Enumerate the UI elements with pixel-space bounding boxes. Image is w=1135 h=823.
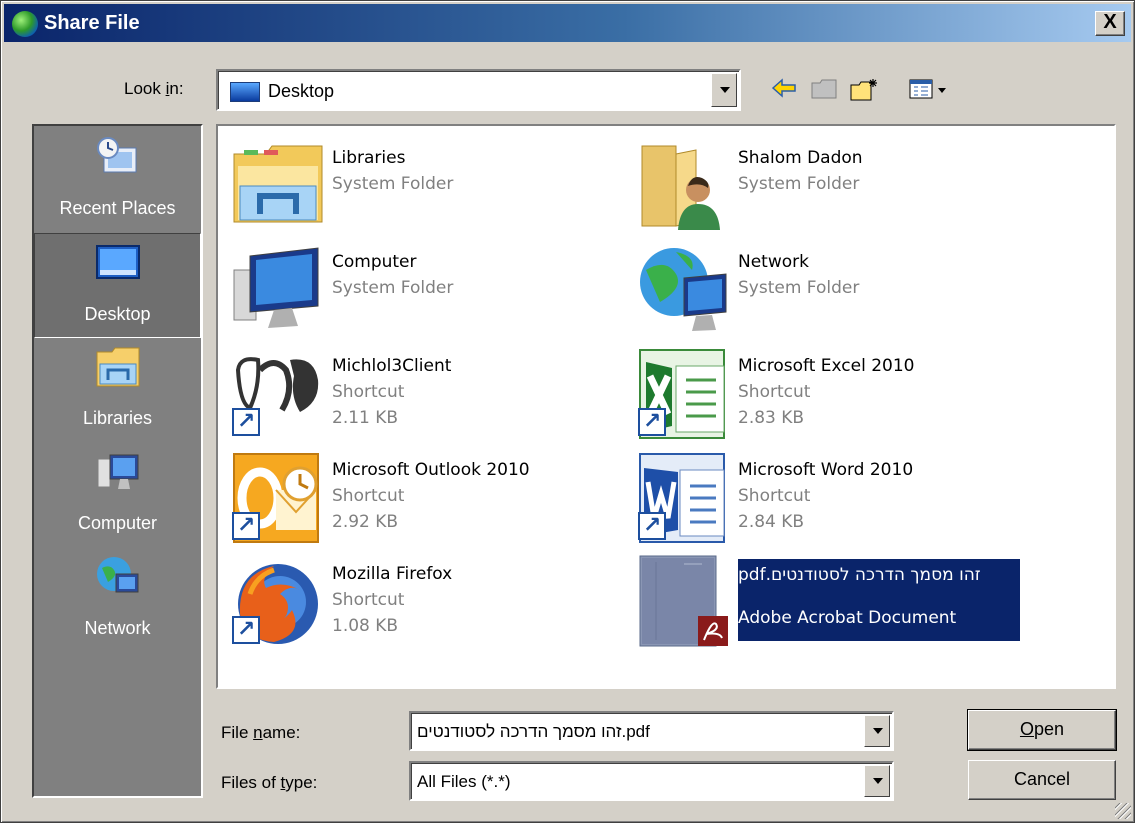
file-name: Microsoft Word 2010 bbox=[738, 460, 914, 480]
network-icon bbox=[94, 554, 142, 602]
file-type: System Folder bbox=[332, 278, 454, 298]
file-size: 2.92 KB bbox=[332, 512, 399, 532]
word-icon bbox=[636, 450, 732, 546]
file-size: 1.08 KB bbox=[332, 616, 399, 636]
file-name: Microsoft Outlook 2010 bbox=[332, 460, 530, 480]
dropdown-arrow-icon[interactable] bbox=[864, 765, 890, 797]
libraries-icon bbox=[94, 344, 142, 392]
desktop-icon bbox=[230, 82, 260, 102]
excel-icon bbox=[636, 346, 732, 442]
open-button[interactable]: Open bbox=[967, 709, 1117, 751]
list-item-outlook[interactable]: Microsoft Outlook 2010 Shortcut 2.92 KB bbox=[230, 450, 620, 550]
place-computer[interactable]: Computer bbox=[34, 443, 201, 548]
firefox-icon bbox=[230, 554, 326, 650]
resize-grip-icon[interactable] bbox=[1115, 803, 1131, 819]
list-item-network[interactable]: Network System Folder bbox=[636, 242, 1026, 342]
file-type: Shortcut bbox=[332, 486, 405, 506]
shortcut-arrow-icon bbox=[638, 512, 666, 540]
file-name: Computer bbox=[332, 252, 417, 272]
dropdown-arrow-icon[interactable] bbox=[864, 715, 890, 747]
place-recent-places[interactable]: Recent Places bbox=[34, 128, 201, 233]
files-of-type-label: Files of type: bbox=[221, 773, 318, 792]
shortcut-arrow-icon bbox=[232, 616, 260, 644]
place-label: Network bbox=[84, 618, 151, 638]
place-label: Libraries bbox=[82, 408, 153, 428]
file-size: 2.83 KB bbox=[738, 408, 805, 428]
file-type: System Folder bbox=[332, 174, 454, 194]
view-menu-icon[interactable] bbox=[906, 77, 950, 103]
file-size: 2.11 KB bbox=[332, 408, 399, 428]
user-folder-icon bbox=[636, 138, 732, 234]
file-list[interactable]: Libraries System Folder Shalom Dadon Sys… bbox=[216, 124, 1116, 689]
place-label: Computer bbox=[77, 513, 158, 533]
back-arrow-icon[interactable] bbox=[769, 77, 799, 103]
file-name-combobox[interactable]: זהו מסמך הדרכה לסטודנטים.pdf bbox=[409, 711, 894, 751]
new-folder-icon[interactable] bbox=[849, 77, 879, 103]
places-bar: Recent Places Desktop Libraries Computer… bbox=[32, 124, 203, 798]
list-item-computer[interactable]: Computer System Folder bbox=[230, 242, 620, 342]
desktop-icon bbox=[94, 240, 142, 288]
close-button[interactable]: X bbox=[1095, 11, 1125, 36]
shortcut-arrow-icon bbox=[638, 408, 666, 436]
look-in-combobox[interactable]: Desktop bbox=[216, 69, 741, 111]
list-item-pdf[interactable]: זהו מסמך הדרכה לסטודנטים.pdf Adobe Acrob… bbox=[636, 554, 1026, 654]
file-size: 2.84 KB bbox=[738, 512, 805, 532]
look-in-value: Desktop bbox=[268, 81, 335, 101]
file-name-label: File name: bbox=[221, 723, 301, 742]
file-name: Microsoft Excel 2010 bbox=[738, 356, 915, 376]
file-type: System Folder bbox=[738, 278, 860, 298]
file-type: Shortcut bbox=[738, 486, 811, 506]
files-of-type-value: All Files (*.*) bbox=[417, 772, 511, 791]
file-name: Michlol3Client bbox=[332, 356, 452, 376]
place-label: Recent Places bbox=[59, 198, 176, 218]
list-item-user-folder[interactable]: Shalom Dadon System Folder bbox=[636, 138, 1026, 238]
cancel-button[interactable]: Cancel bbox=[968, 760, 1116, 800]
up-folder-icon[interactable] bbox=[809, 77, 839, 103]
file-type: Shortcut bbox=[332, 382, 405, 402]
shortcut-arrow-icon bbox=[232, 408, 260, 436]
files-of-type-combobox[interactable]: All Files (*.*) bbox=[409, 761, 894, 801]
computer-icon bbox=[230, 242, 326, 338]
share-file-dialog: Share File X Look in: Desktop Recent Pla… bbox=[0, 0, 1135, 823]
dialog-title: Share File bbox=[44, 12, 140, 34]
list-item-word[interactable]: Microsoft Word 2010 Shortcut 2.84 KB bbox=[636, 450, 1026, 550]
globe-icon bbox=[12, 11, 38, 37]
shortcut-arrow-icon bbox=[232, 512, 260, 540]
list-item-libraries[interactable]: Libraries System Folder bbox=[230, 138, 620, 238]
list-item-michlol3client[interactable]: Michlol3Client Shortcut 2.11 KB bbox=[230, 346, 620, 446]
title-bar[interactable]: Share File X bbox=[4, 4, 1131, 42]
recent-places-icon bbox=[94, 134, 142, 182]
computer-icon bbox=[94, 449, 142, 497]
list-item-firefox[interactable]: Mozilla Firefox Shortcut 1.08 KB bbox=[230, 554, 620, 654]
place-label: Desktop bbox=[84, 304, 151, 324]
place-libraries[interactable]: Libraries bbox=[34, 338, 201, 443]
file-name: Mozilla Firefox bbox=[332, 564, 453, 584]
list-item-excel[interactable]: Microsoft Excel 2010 Shortcut 2.83 KB bbox=[636, 346, 1026, 446]
file-type: Shortcut bbox=[738, 382, 811, 402]
pdf-document-icon bbox=[636, 554, 732, 650]
file-name: זהו מסמך הדרכה לסטודנטים.pdf bbox=[738, 565, 981, 585]
file-type: Adobe Acrobat Document bbox=[738, 608, 957, 628]
file-name: Libraries bbox=[332, 148, 406, 168]
michlol-icon bbox=[230, 346, 326, 442]
file-name-value[interactable]: זהו מסמך הדרכה לסטודנטים.pdf bbox=[417, 722, 650, 742]
place-desktop[interactable]: Desktop bbox=[34, 233, 201, 338]
network-icon bbox=[636, 242, 732, 338]
look-in-label: Look in: bbox=[124, 79, 184, 98]
dropdown-arrow-icon[interactable] bbox=[711, 73, 737, 107]
place-network[interactable]: Network bbox=[34, 548, 201, 653]
file-type: Shortcut bbox=[332, 590, 405, 610]
libraries-folder-icon bbox=[230, 138, 326, 234]
file-type: System Folder bbox=[738, 174, 860, 194]
file-name: Shalom Dadon bbox=[738, 148, 863, 168]
file-name: Network bbox=[738, 252, 809, 272]
outlook-icon bbox=[230, 450, 326, 546]
